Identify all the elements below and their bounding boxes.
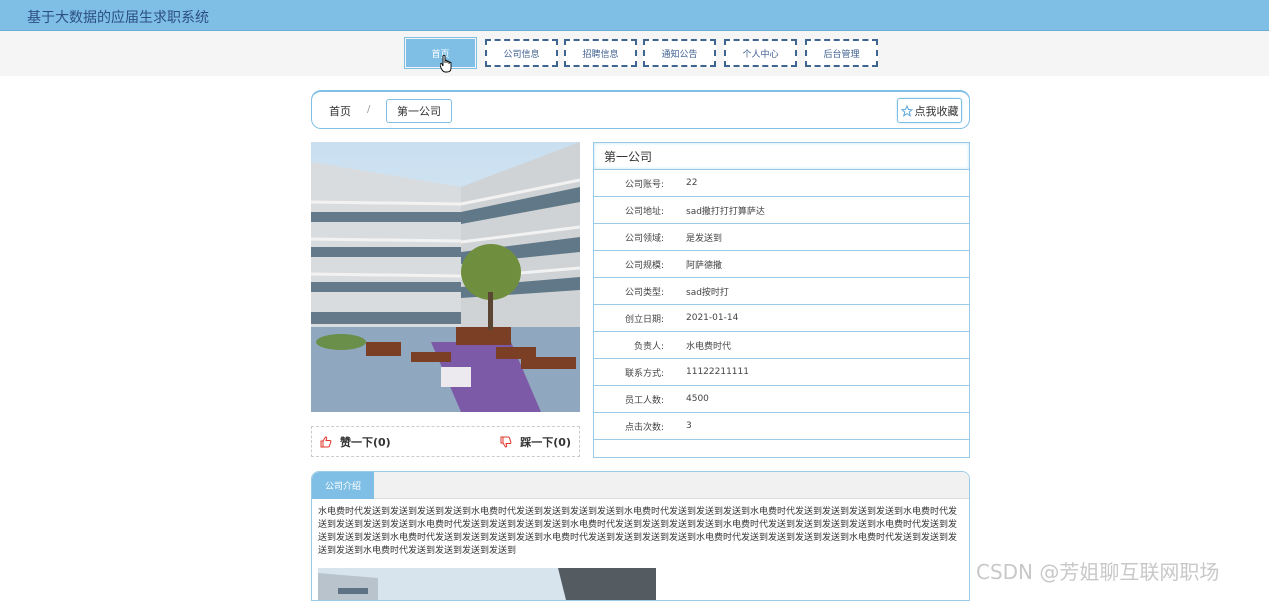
like-label: 赞一下(0) [340, 435, 391, 449]
breadcrumb-home[interactable]: 首页 [329, 103, 351, 119]
info-label: 员工人数: [624, 395, 664, 406]
nav-personal-center[interactable]: 个人中心 [724, 39, 797, 67]
hand-cursor-icon [440, 55, 452, 73]
thumbs-down-icon [500, 436, 512, 448]
nav-notices[interactable]: 通知公告 [643, 39, 716, 67]
info-label: 负责人: [633, 341, 664, 352]
intro-text: 水电费时代发送到发送到发送到发送到水电费时代发送到发送到发送到发送到水电费时代发… [318, 507, 958, 556]
breadcrumb-bar: 首页 / 第一公司 点我收藏 [311, 90, 970, 129]
info-label: 公司地址: [624, 206, 664, 217]
nav-company-info[interactable]: 公司信息 [485, 39, 558, 67]
thumbs-up-icon [320, 435, 332, 447]
favorite-label: 点我收藏 [914, 104, 959, 118]
info-row: 公司地址: sad撒打打打算萨达 [594, 197, 969, 224]
info-row: 公司账号: 22 [594, 170, 969, 197]
info-label: 公司领域: [624, 233, 664, 244]
app-header: 基于大数据的应届生求职系统 [0, 0, 1269, 31]
info-row: 负责人: 水电费时代 [594, 332, 969, 359]
info-row: 点击次数: 3 [594, 413, 969, 440]
info-label: 联系方式: [624, 368, 664, 379]
info-label: 公司规模: [624, 260, 664, 271]
info-value: 3 [686, 421, 692, 431]
info-value: 是发送到 [686, 233, 723, 244]
info-value: 22 [686, 178, 698, 188]
tab-company-intro[interactable]: 公司介绍 [312, 472, 374, 499]
nav-admin[interactable]: 后台管理 [805, 39, 878, 67]
nav-jobs[interactable]: 招聘信息 [564, 39, 637, 67]
info-row: 联系方式: 11122211111 [594, 359, 969, 386]
intro-image [318, 568, 656, 600]
info-value: sad撒打打打算萨达 [686, 206, 765, 217]
info-value: 2021-01-14 [686, 313, 739, 323]
star-icon [900, 104, 913, 117]
intro-tab-bar [312, 472, 969, 499]
info-value: 11122211111 [686, 367, 749, 377]
breadcrumb-current: 第一公司 [386, 99, 452, 123]
info-value: 4500 [686, 394, 709, 404]
info-label: 创立日期: [624, 314, 664, 325]
watermark: CSDN @芳姐聊互联网职场 [976, 560, 1220, 584]
app-title: 基于大数据的应届生求职系统 [27, 10, 209, 26]
info-value: 阿萨德撒 [686, 260, 723, 271]
info-label: 公司账号: [624, 179, 664, 190]
info-row: 员工人数: 4500 [594, 386, 969, 413]
info-label: 点击次数: [624, 422, 664, 433]
info-row: 公司领域: 是发送到 [594, 224, 969, 251]
company-info-table: 第一公司 公司账号: 22 公司地址: sad撒打打打算萨达 公司领域: 是发送到 公… [593, 142, 970, 458]
info-value: 水电费时代 [686, 341, 732, 352]
breadcrumb-separator: / [367, 104, 371, 115]
favorite-button[interactable]: 点我收藏 [897, 98, 962, 123]
company-name: 第一公司 [594, 143, 969, 170]
dislike-label: 踩一下(0) [520, 435, 571, 449]
info-label: 公司类型: [624, 287, 664, 298]
like-button[interactable]: 赞一下(0) [320, 434, 391, 450]
vote-bar: 赞一下(0) 踩一下(0) [311, 426, 580, 457]
info-value: sad按时打 [686, 287, 729, 298]
info-row: 公司类型: sad按时打 [594, 278, 969, 305]
info-row: 公司规模: 阿萨德撒 [594, 251, 969, 278]
dislike-button[interactable]: 踩一下(0) [500, 434, 571, 450]
company-photo [311, 142, 580, 412]
main-nav: 首页 公司信息 招聘信息 通知公告 个人中心 后台管理 [0, 31, 1269, 76]
info-row: 创立日期: 2021-01-14 [594, 305, 969, 332]
company-intro-panel: 公司介绍 水电费时代发送到发送到发送到发送到水电费时代发送到发送到发送到发送到水… [311, 471, 970, 601]
